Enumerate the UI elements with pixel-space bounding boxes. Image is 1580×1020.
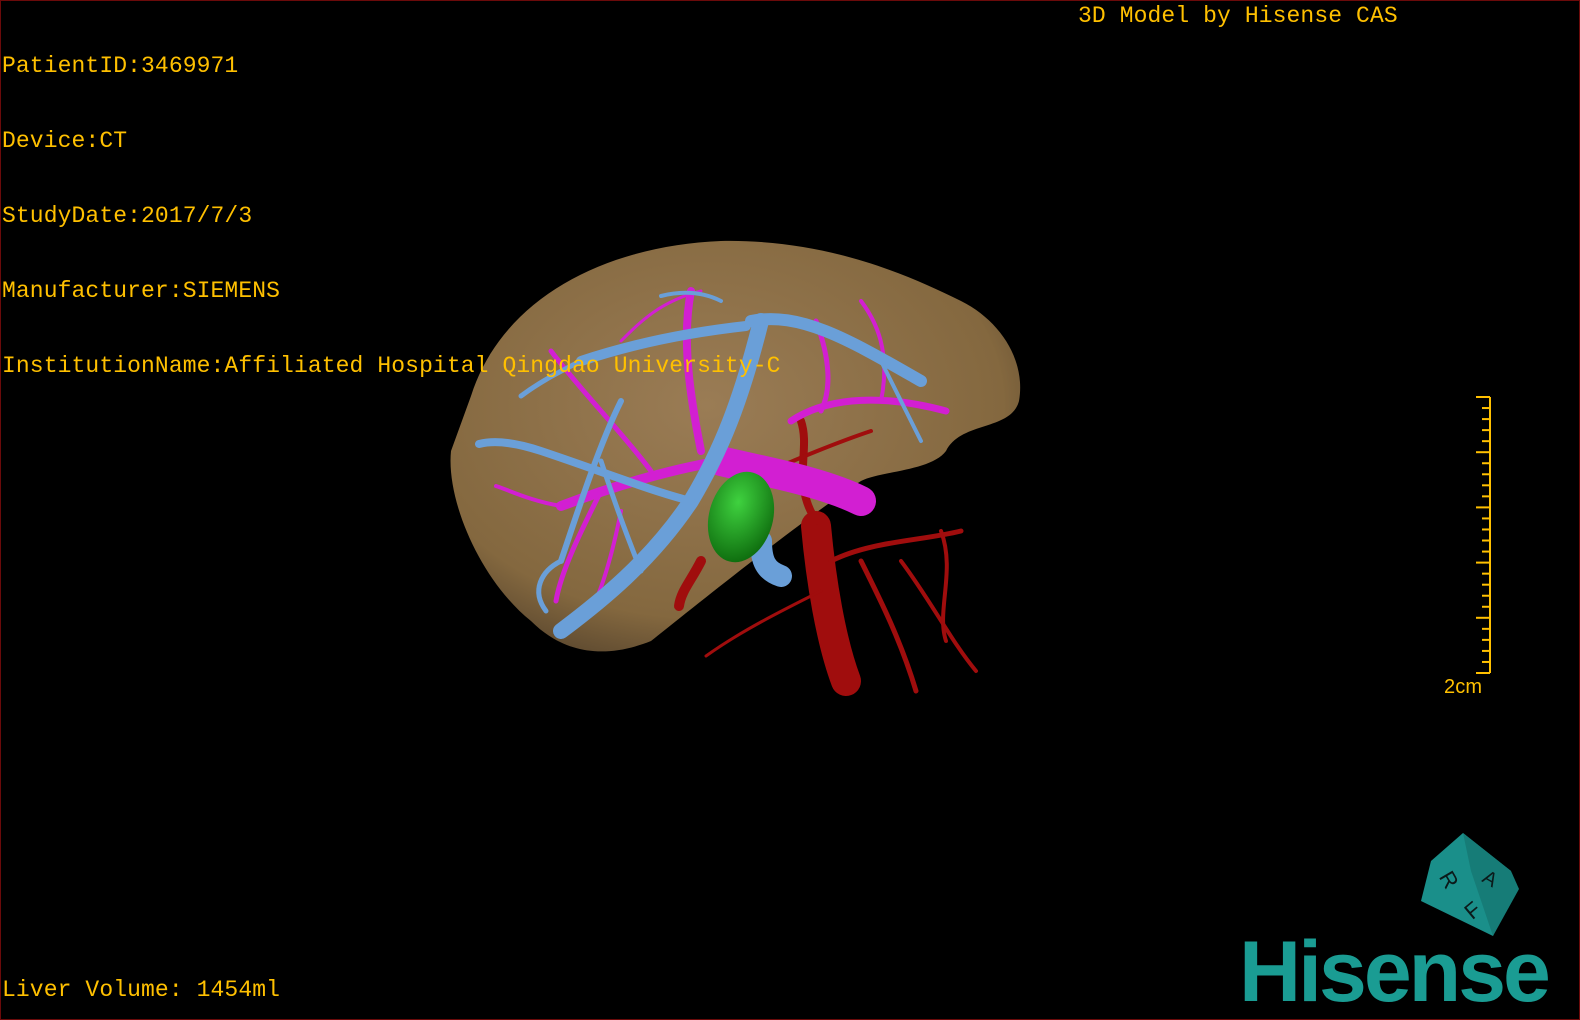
patient-id: PatientID:3469971 xyxy=(2,53,239,79)
scale-bar xyxy=(1476,396,1491,674)
scale-bar-label: 2cm xyxy=(1444,676,1483,698)
liver-volume: Liver Volume: 1454ml xyxy=(2,977,281,1003)
model-brand-label: 3D Model by Hisense CAS xyxy=(1078,3,1398,29)
3d-viewport[interactable]: A R F PatientID:3469971 Device:CT StudyD… xyxy=(0,0,1580,1020)
dicom-info-overlay: PatientID:3469971 Device:CT StudyDate:20… xyxy=(2,4,781,429)
orientation-cube[interactable]: A R F xyxy=(1421,833,1519,936)
manufacturer: Manufacturer:SIEMENS xyxy=(2,278,281,304)
study-date: StudyDate:2017/7/3 xyxy=(2,203,253,229)
device: Device:CT xyxy=(2,128,128,154)
hisense-logo: Hisense xyxy=(1239,924,1551,1020)
institution-name: InstitutionName:Affiliated Hospital Qing… xyxy=(2,353,781,379)
